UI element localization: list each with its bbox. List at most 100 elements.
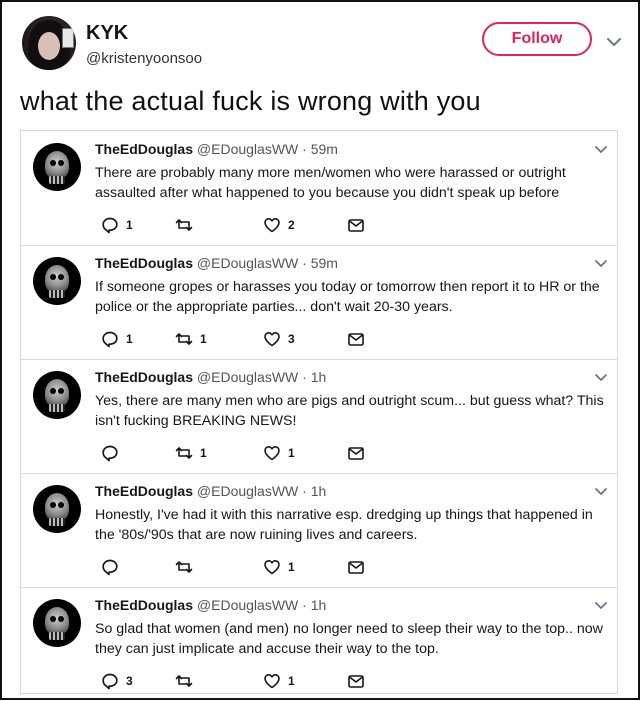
reply-actions: 3 1 xyxy=(95,671,395,691)
reply-text: There are probably many more men/women w… xyxy=(95,165,566,201)
chevron-down-icon[interactable] xyxy=(593,257,609,271)
reply-author-handle[interactable]: @EDouglasWW xyxy=(197,369,298,385)
reply-icon xyxy=(102,331,118,348)
reply-text: Yes, there are many men who are pigs and… xyxy=(95,393,604,429)
retweet-button[interactable]: 1 xyxy=(175,329,207,349)
heart-icon xyxy=(264,446,280,461)
retweet-icon xyxy=(175,219,193,231)
envelope-icon xyxy=(348,675,364,688)
tweet-header: KYK @kristenyoonsoo Follow xyxy=(20,14,621,74)
reply-actions: 1 xyxy=(95,557,395,577)
retweet-button[interactable] xyxy=(175,671,200,691)
reply-count: 1 xyxy=(126,332,133,346)
reply-count: 3 xyxy=(126,674,133,688)
retweet-count: 1 xyxy=(200,332,207,346)
reply-item[interactable]: TheEdDouglas @EDouglasWW · 59m There are… xyxy=(21,131,617,246)
reply-text: So glad that women (and men) no longer n… xyxy=(95,621,603,657)
like-button[interactable]: 3 xyxy=(263,329,295,349)
envelope-icon xyxy=(348,447,364,460)
reply-text: Honestly, I've had it with this narrativ… xyxy=(95,507,593,543)
reply-author-name[interactable]: TheEdDouglas xyxy=(95,255,193,271)
reply-author-name[interactable]: TheEdDouglas xyxy=(95,483,193,499)
envelope-icon xyxy=(348,333,364,346)
reply-item[interactable]: TheEdDouglas @EDouglasWW · 1h So glad th… xyxy=(21,587,617,701)
reply-button[interactable]: 3 xyxy=(101,671,133,691)
retweet-button[interactable] xyxy=(175,557,200,577)
reply-header: TheEdDouglas @EDouglasWW · 59m xyxy=(95,255,338,271)
reply-header: TheEdDouglas @EDouglasWW · 1h xyxy=(95,369,326,385)
chevron-down-icon[interactable] xyxy=(593,143,609,157)
chevron-down-icon[interactable] xyxy=(593,599,609,613)
reply-button[interactable]: 1 xyxy=(101,215,133,235)
author-handle[interactable]: @kristenyoonsoo xyxy=(86,50,202,67)
reply-avatar[interactable] xyxy=(33,143,81,191)
reply-icon xyxy=(102,673,118,690)
reply-icon xyxy=(102,217,118,234)
retweet-icon xyxy=(175,447,193,459)
reply-avatar[interactable] xyxy=(33,599,81,647)
envelope-icon xyxy=(348,219,364,232)
reply-header: TheEdDouglas @EDouglasWW · 1h xyxy=(95,483,326,499)
heart-icon xyxy=(264,560,280,575)
reply-item[interactable]: TheEdDouglas @EDouglasWW · 59m If someon… xyxy=(21,245,617,360)
direct-message-button[interactable] xyxy=(347,671,365,691)
like-count: 1 xyxy=(288,560,295,574)
chevron-down-icon[interactable] xyxy=(604,32,624,52)
reply-avatar[interactable] xyxy=(33,257,81,305)
reply-actions: 1 1 3 xyxy=(95,329,395,349)
like-button[interactable]: 2 xyxy=(263,215,295,235)
chevron-down-icon[interactable] xyxy=(593,485,609,499)
like-button[interactable]: 1 xyxy=(263,443,295,463)
reply-actions: 1 2 xyxy=(95,215,395,235)
direct-message-button[interactable] xyxy=(347,443,365,463)
reply-item[interactable]: TheEdDouglas @EDouglasWW · 1h Yes, there… xyxy=(21,359,617,474)
reply-author-handle[interactable]: @EDouglasWW xyxy=(197,141,298,157)
retweet-icon xyxy=(175,333,193,345)
reply-button[interactable]: 1 xyxy=(101,329,133,349)
heart-icon xyxy=(264,218,280,233)
reply-icon xyxy=(102,445,118,462)
author-avatar[interactable] xyxy=(22,16,76,70)
reply-button[interactable] xyxy=(101,557,126,577)
reply-avatar[interactable] xyxy=(33,485,81,533)
chevron-down-icon[interactable] xyxy=(593,371,609,385)
like-count: 2 xyxy=(288,218,295,232)
like-count: 1 xyxy=(288,674,295,688)
retweet-button[interactable]: 1 xyxy=(175,443,207,463)
reply-author-name[interactable]: TheEdDouglas xyxy=(95,141,193,157)
envelope-icon xyxy=(348,561,364,574)
reply-avatar[interactable] xyxy=(33,371,81,419)
heart-icon xyxy=(264,674,280,689)
retweet-icon xyxy=(175,675,193,687)
reply-author-name[interactable]: TheEdDouglas xyxy=(95,369,193,385)
follow-button[interactable]: Follow xyxy=(482,22,592,56)
direct-message-button[interactable] xyxy=(347,329,365,349)
like-button[interactable]: 1 xyxy=(263,671,295,691)
reply-count: 1 xyxy=(126,218,133,232)
reply-timestamp[interactable]: · 1h xyxy=(302,483,326,499)
replies-list: TheEdDouglas @EDouglasWW · 59m There are… xyxy=(20,130,618,694)
like-count: 1 xyxy=(288,446,295,460)
reply-timestamp[interactable]: · 1h xyxy=(302,597,326,613)
reply-author-handle[interactable]: @EDouglasWW xyxy=(197,255,298,271)
direct-message-button[interactable] xyxy=(347,557,365,577)
reply-timestamp[interactable]: · 59m xyxy=(302,255,338,271)
reply-actions: 1 1 xyxy=(95,443,395,463)
reply-author-name[interactable]: TheEdDouglas xyxy=(95,597,193,613)
reply-button[interactable] xyxy=(101,443,126,463)
reply-timestamp[interactable]: · 59m xyxy=(302,141,338,157)
reply-timestamp[interactable]: · 1h xyxy=(302,369,326,385)
reply-author-handle[interactable]: @EDouglasWW xyxy=(197,597,298,613)
direct-message-button[interactable] xyxy=(347,215,365,235)
retweet-button[interactable] xyxy=(175,215,200,235)
reply-icon xyxy=(102,559,118,576)
reply-item[interactable]: TheEdDouglas @EDouglasWW · 1h Honestly, … xyxy=(21,473,617,588)
like-button[interactable]: 1 xyxy=(263,557,295,577)
reply-header: TheEdDouglas @EDouglasWW · 59m xyxy=(95,141,338,157)
reply-text: If someone gropes or harasses you today … xyxy=(95,279,600,315)
heart-icon xyxy=(264,332,280,347)
reply-header: TheEdDouglas @EDouglasWW · 1h xyxy=(95,597,326,613)
reply-author-handle[interactable]: @EDouglasWW xyxy=(197,483,298,499)
author-name[interactable]: KYK xyxy=(86,22,128,45)
like-count: 3 xyxy=(288,332,295,346)
